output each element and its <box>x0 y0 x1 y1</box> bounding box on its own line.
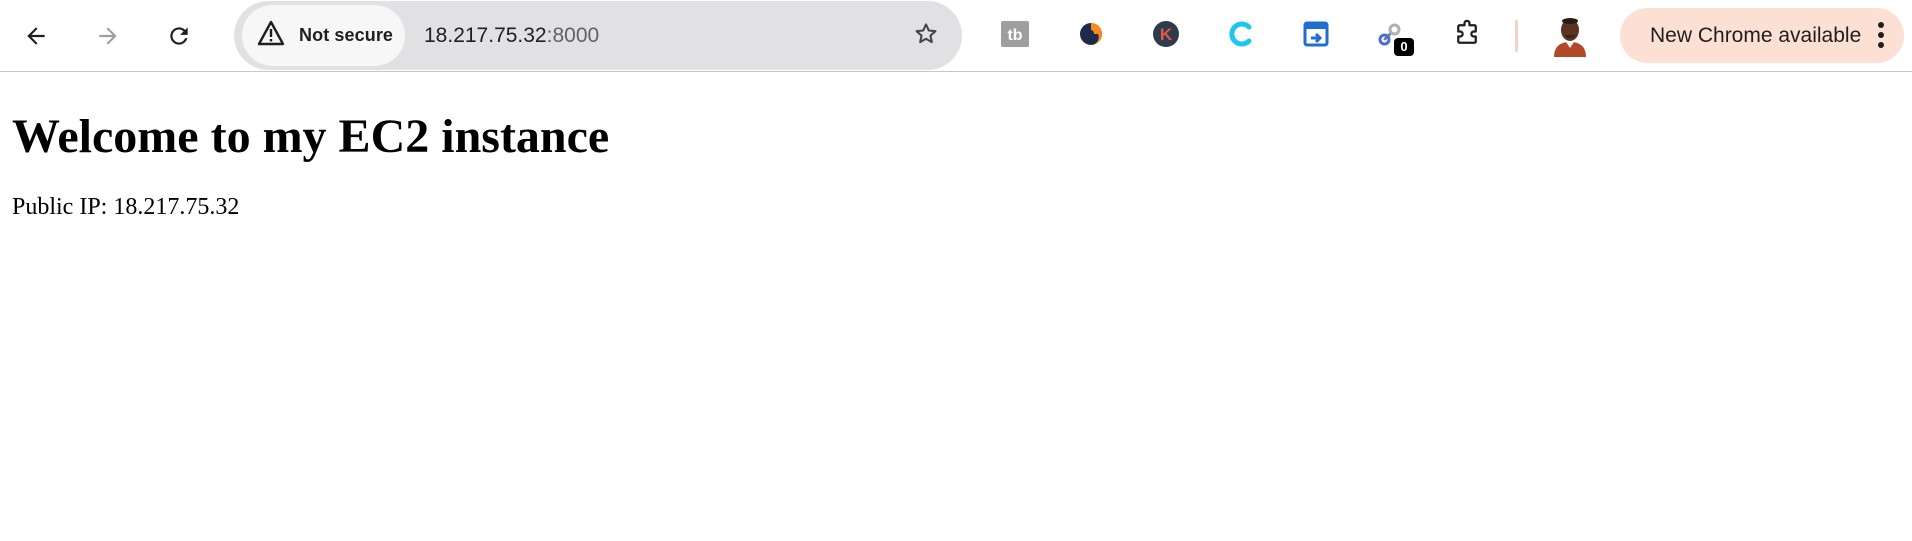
reload-icon <box>166 23 192 49</box>
address-bar[interactable]: Not secure 18.217.75.32:8000 <box>234 1 962 70</box>
browser-toolbar: Not secure 18.217.75.32:8000 tb K 0 New… <box>0 0 1912 72</box>
page-content: Welcome to my EC2 instance Public IP: 18… <box>12 72 1892 221</box>
extension-blue-share[interactable] <box>1297 17 1335 55</box>
bookmark-button[interactable] <box>910 20 942 52</box>
warning-triangle-icon <box>257 20 285 51</box>
svg-text:tb: tb <box>1007 27 1022 44</box>
star-outline-icon <box>913 21 939 52</box>
url-host: 18.217.75.32 <box>424 23 547 47</box>
svg-text:K: K <box>1160 25 1173 44</box>
page-heading: Welcome to my EC2 instance <box>12 110 610 163</box>
arrow-right-icon <box>95 23 121 49</box>
update-chrome-button[interactable]: New Chrome available <box>1620 8 1904 63</box>
extension-link-counter[interactable]: 0 <box>1372 17 1414 56</box>
site-info-chip[interactable]: Not secure <box>242 5 405 66</box>
public-ip-text: Public IP: 18.217.75.32 <box>12 194 240 220</box>
k-circle-icon: K <box>1152 20 1180 53</box>
update-chrome-label: New Chrome available <box>1650 23 1862 47</box>
forward-button[interactable] <box>86 14 130 58</box>
tubebuddy-icon: tb <box>1001 20 1029 52</box>
profile-avatar[interactable] <box>1550 15 1590 57</box>
reload-button[interactable] <box>157 14 201 58</box>
arrow-left-icon <box>23 23 49 49</box>
orange-dark-logo-icon <box>1078 21 1104 52</box>
extension-badge-count: 0 <box>1394 38 1414 56</box>
blue-share-window-icon <box>1302 20 1330 53</box>
cyan-c-icon <box>1227 20 1255 53</box>
extensions-menu-button[interactable] <box>1448 17 1486 55</box>
puzzle-piece-icon <box>1452 19 1482 54</box>
toolbar-divider <box>1515 20 1518 52</box>
extension-cyan-c[interactable] <box>1222 17 1260 55</box>
not-secure-label: Not secure <box>299 25 394 45</box>
back-button[interactable] <box>14 14 58 58</box>
extension-k[interactable]: K <box>1147 17 1185 55</box>
url-text[interactable]: 18.217.75.32:8000 <box>424 1 599 70</box>
url-port: :8000 <box>546 23 600 47</box>
three-dots-vertical-icon <box>1876 22 1886 50</box>
extension-tubebuddy[interactable]: tb <box>996 17 1034 55</box>
extension-orange-dark[interactable] <box>1072 17 1110 55</box>
